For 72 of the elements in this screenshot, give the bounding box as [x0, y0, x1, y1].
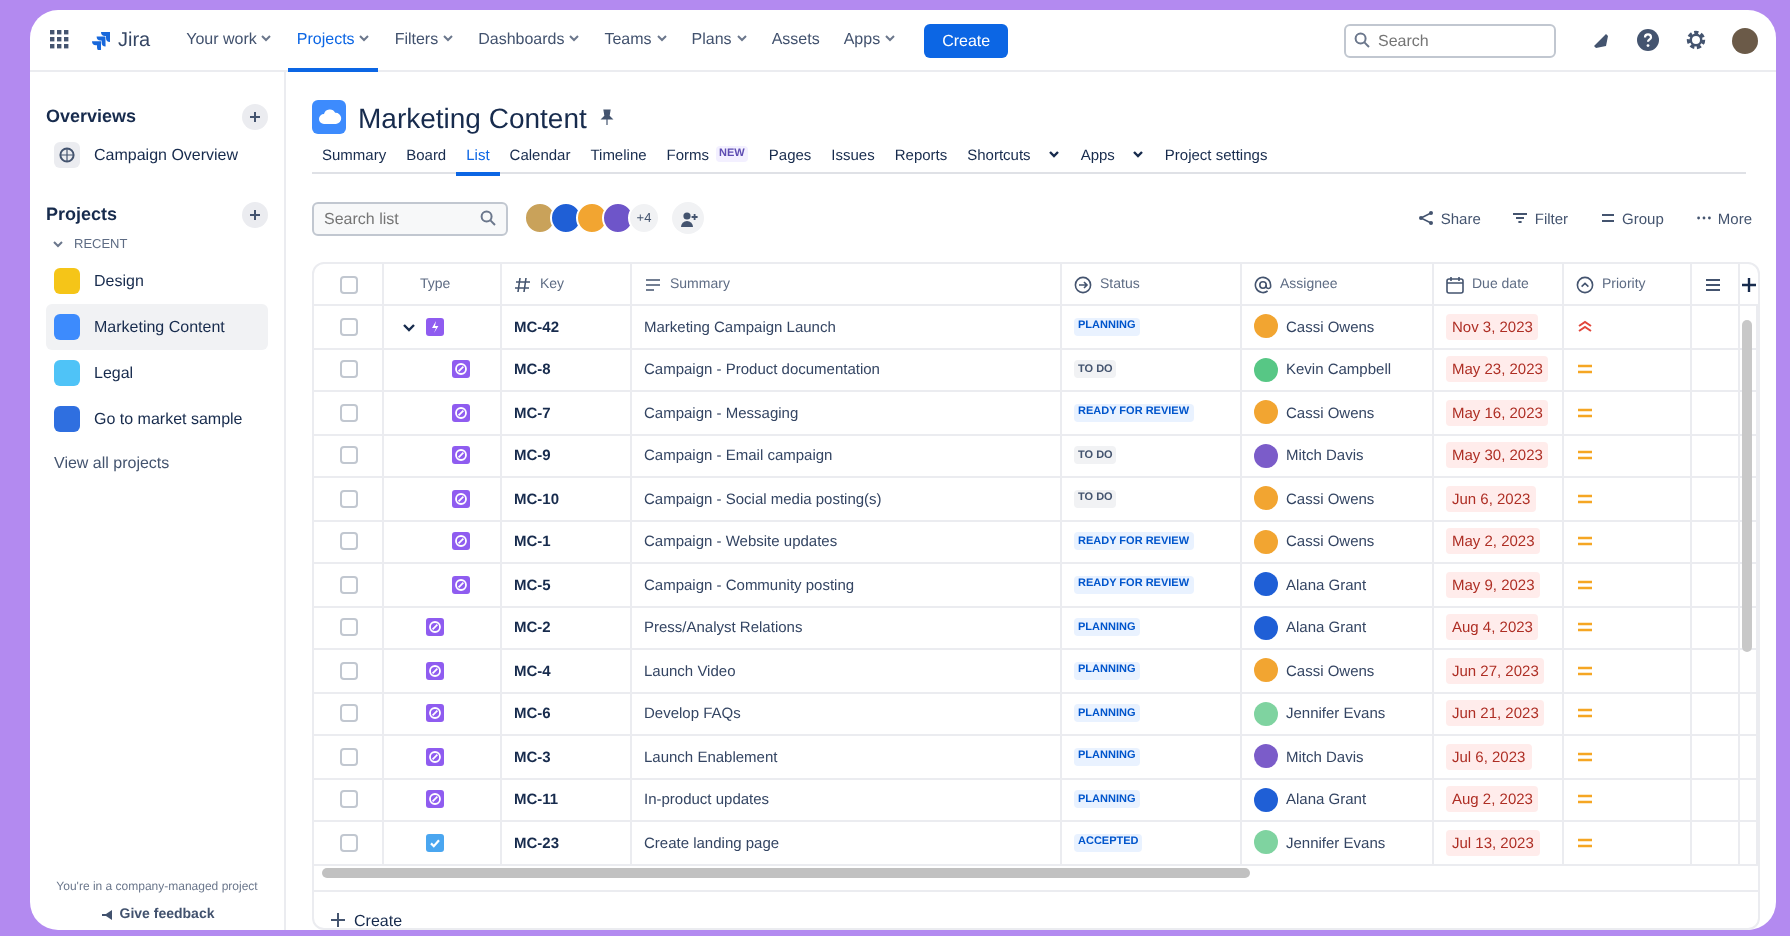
plus-icon — [248, 207, 262, 221]
priority-circle-icon — [1576, 275, 1594, 293]
user-avatar[interactable] — [602, 202, 634, 234]
calendar-icon — [1446, 275, 1464, 293]
nav-menu-item[interactable]: Your work — [178, 10, 281, 71]
sidebar-item[interactable]: Campaign Overview — [46, 132, 268, 178]
settings-icon[interactable] — [1684, 28, 1708, 52]
user-avatar[interactable] — [524, 202, 556, 234]
search-icon — [480, 210, 496, 226]
row-checkbox[interactable] — [339, 575, 357, 594]
hash-icon — [514, 275, 532, 293]
add-person-icon — [679, 209, 697, 227]
row-checkbox[interactable] — [339, 317, 357, 336]
row-checkbox[interactable] — [339, 446, 357, 465]
row-checkbox[interactable] — [339, 704, 357, 723]
sidebar-item[interactable]: Marketing Content — [46, 304, 268, 350]
add-button[interactable] — [242, 201, 268, 227]
globe-icon — [54, 142, 80, 168]
row-checkbox[interactable] — [339, 661, 357, 680]
add-button[interactable] — [242, 103, 268, 129]
add-column-icon[interactable] — [1740, 275, 1758, 293]
help-icon[interactable] — [1636, 28, 1660, 52]
plus-icon — [330, 912, 346, 928]
sidebar-item[interactable]: Go to market sample — [46, 396, 268, 442]
page-title: Marketing Content — [358, 101, 587, 133]
row-checkbox[interactable] — [339, 790, 357, 809]
sidebar-item[interactable]: Design — [46, 258, 268, 304]
search-icon — [1354, 32, 1370, 48]
lines-icon — [1704, 275, 1722, 293]
row-checkbox[interactable] — [339, 532, 357, 551]
search-field[interactable]: Search — [1344, 23, 1556, 57]
plus-icon — [248, 109, 262, 123]
product-name: Jira — [118, 29, 151, 51]
horizontal-scrollbar[interactable] — [322, 867, 1250, 877]
nav-menu-item[interactable]: Apps — [835, 10, 905, 71]
create-issue-button[interactable]: Create — [314, 889, 1758, 928]
app-grid-icon[interactable] — [48, 28, 72, 52]
nav-menu-item[interactable]: Teams — [596, 10, 676, 71]
select-all-checkbox[interactable] — [339, 275, 357, 293]
create-button[interactable]: Create — [924, 23, 1009, 57]
view-all-link[interactable]: View all projects — [46, 442, 268, 484]
section-heading: Projects — [46, 204, 118, 224]
user-avatar[interactable] — [1732, 27, 1758, 53]
filter-icon — [1512, 210, 1529, 226]
chevron-down-icon — [52, 238, 64, 250]
project-cloud-icon — [312, 100, 346, 134]
row-checkbox[interactable] — [339, 403, 357, 422]
add-people-button[interactable] — [672, 202, 704, 234]
pin-icon[interactable] — [598, 108, 617, 126]
row-checkbox[interactable] — [339, 618, 357, 637]
sidebar-item[interactable]: Legal — [46, 350, 268, 396]
nav-menu-item[interactable]: Assets — [763, 10, 828, 71]
row-checkbox[interactable] — [339, 489, 357, 508]
lines-icon — [644, 275, 662, 293]
nav-menu-item[interactable]: Plans — [683, 10, 756, 71]
lines-icon — [1600, 210, 1617, 226]
at-sign-icon — [1254, 275, 1272, 293]
vertical-scrollbar[interactable] — [1742, 320, 1752, 652]
row-checkbox[interactable] — [339, 833, 357, 852]
nav-menu-item[interactable]: Dashboards — [470, 10, 589, 71]
row-checkbox[interactable] — [339, 747, 357, 766]
row-checkbox[interactable] — [339, 360, 357, 379]
arrow-circle-icon — [1074, 275, 1092, 293]
nav-menu-item[interactable]: Filters — [386, 10, 463, 71]
section-heading: Overviews — [46, 106, 137, 126]
share-icon — [1418, 210, 1435, 226]
jira-logo-icon — [92, 30, 112, 50]
megaphone-icon — [99, 908, 114, 922]
user-avatar[interactable] — [576, 202, 608, 234]
nav-menu-item[interactable]: Projects — [288, 10, 379, 71]
user-avatar[interactable] — [550, 202, 582, 234]
search-field[interactable]: Search list — [312, 201, 508, 235]
